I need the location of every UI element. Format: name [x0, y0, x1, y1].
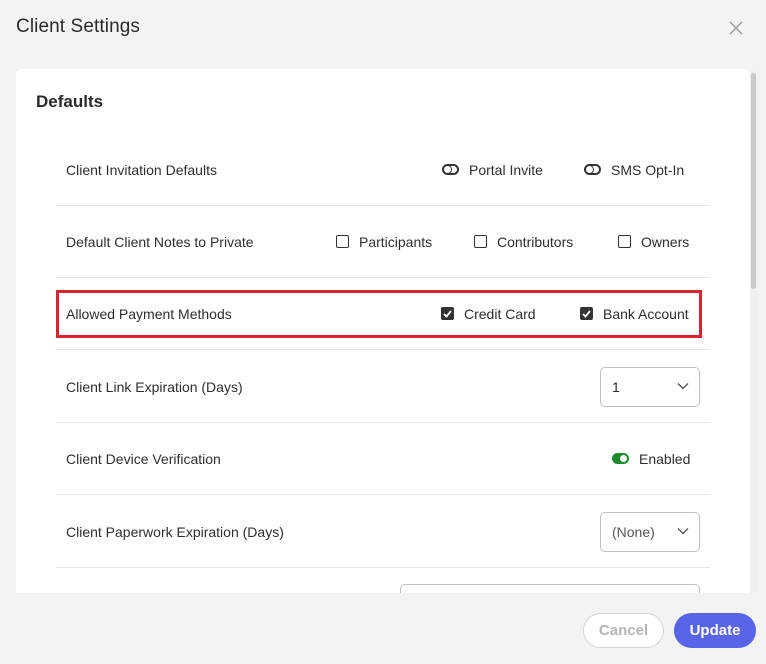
paperwork-expiration-select[interactable]: (None)	[600, 512, 700, 552]
update-button[interactable]: Update	[674, 613, 756, 648]
select-value: (None)	[612, 524, 655, 540]
link-expiration-select[interactable]: 1	[600, 367, 700, 407]
sms-opt-in-toggle[interactable]: SMS Opt-In	[584, 162, 684, 178]
scrollbar-thumb[interactable]	[751, 73, 756, 289]
checkbox-label: Owners	[641, 233, 690, 250]
checkbox-unchecked-icon	[618, 235, 631, 248]
select-value: 1	[612, 379, 620, 395]
close-icon	[729, 21, 743, 35]
toggle-on-icon	[612, 453, 629, 464]
row-label: Client Device Verification	[66, 450, 221, 467]
toggle-label: SMS Opt-In	[611, 161, 685, 178]
contributors-checkbox[interactable]: Contributors	[474, 234, 573, 250]
row-client-paperwork-expiration: Client Paperwork Expiration (Days) (None…	[56, 496, 710, 568]
checkbox-unchecked-icon	[474, 235, 487, 248]
checkbox-label: Contributors	[497, 233, 574, 250]
row-client-device-verification: Client Device Verification Enabled	[56, 423, 710, 495]
defaults-card: Defaults Client Invitation Defaults Port…	[16, 69, 750, 593]
row-client-link-expiration: Client Link Expiration (Days) 1	[56, 351, 710, 423]
highlight-box	[56, 290, 702, 338]
toggle-off-icon	[584, 164, 601, 175]
section-title: Defaults	[36, 92, 104, 111]
row-label: Default Client Notes to Private	[66, 233, 254, 250]
next-field-input[interactable]	[400, 584, 700, 593]
portal-invite-toggle[interactable]: Portal Invite	[442, 162, 543, 178]
row-default-notes-private: Default Client Notes to Private Particip…	[56, 206, 710, 278]
checkbox-unchecked-icon	[336, 235, 349, 248]
toggle-label: Portal Invite	[469, 161, 543, 178]
cancel-button[interactable]: Cancel	[583, 613, 664, 648]
chevron-down-icon	[677, 528, 689, 535]
row-label: Client Invitation Defaults	[66, 161, 217, 178]
dialog-title: Client Settings	[16, 16, 141, 37]
checkbox-label: Participants	[359, 233, 433, 250]
chevron-down-icon	[677, 383, 689, 390]
close-button[interactable]	[726, 18, 746, 38]
toggle-off-icon	[442, 164, 459, 175]
row-label: Client Paperwork Expiration (Days)	[66, 523, 284, 540]
scrollbar[interactable]	[750, 69, 758, 593]
device-verification-toggle[interactable]: Enabled	[612, 451, 690, 467]
row-label: Client Link Expiration (Days)	[66, 378, 243, 395]
owners-checkbox[interactable]: Owners	[618, 234, 689, 250]
row-client-invitation-defaults: Client Invitation Defaults Portal Invite…	[56, 134, 710, 206]
participants-checkbox[interactable]: Participants	[336, 234, 432, 250]
toggle-label: Enabled	[639, 450, 691, 467]
